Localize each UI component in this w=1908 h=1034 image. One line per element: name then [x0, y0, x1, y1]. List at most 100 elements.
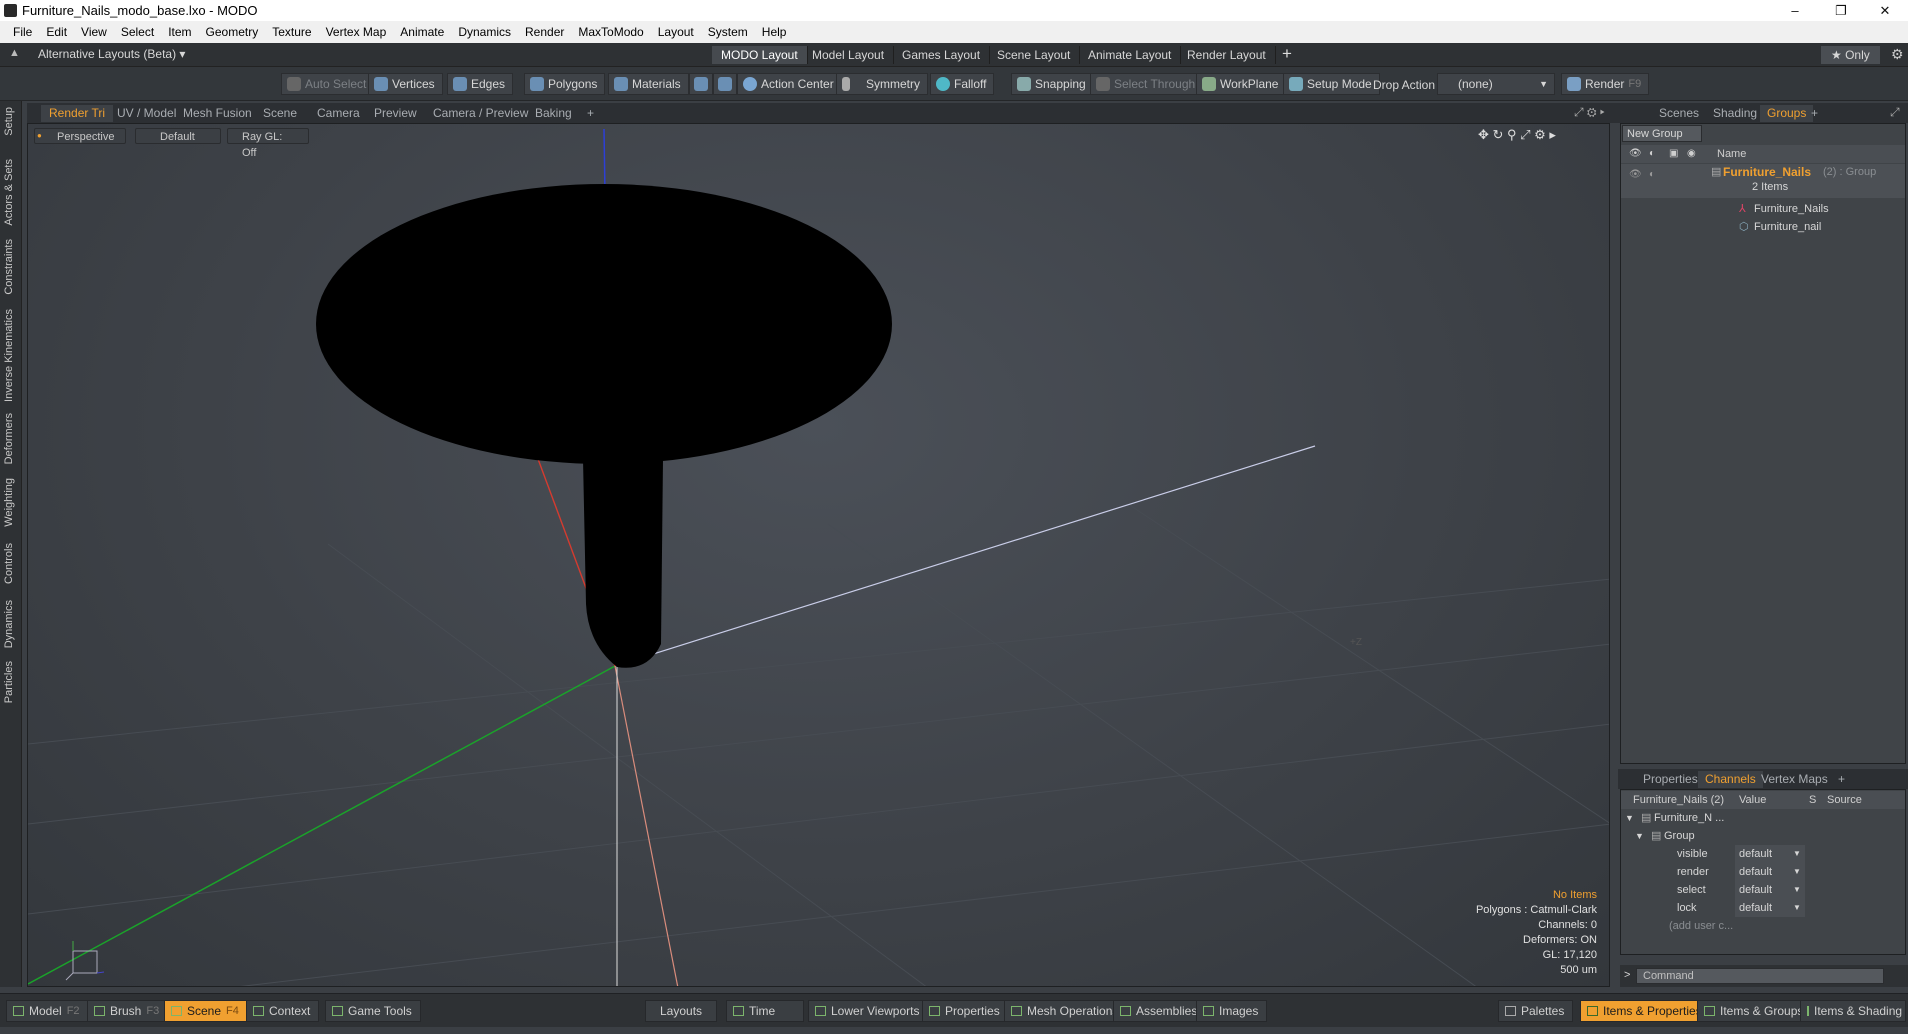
side-tab-actors-sets[interactable]: Actors & Sets	[3, 159, 15, 226]
tab-scenes[interactable]: Scenes	[1652, 105, 1706, 122]
add-channel-tab-button[interactable]: +	[1831, 771, 1852, 788]
assemblies-button[interactable]: Assemblies	[1113, 1000, 1207, 1022]
images-button[interactable]: Images	[1196, 1000, 1268, 1022]
channel-row[interactable]: select default ▼	[1621, 881, 1905, 899]
scene-button[interactable]: Scene F4	[164, 1000, 248, 1022]
nail-head[interactable]	[316, 184, 892, 464]
add-tab-button[interactable]: +	[579, 105, 602, 122]
tab-shading[interactable]: Shading	[1706, 105, 1764, 122]
side-tab-setup[interactable]: Setup	[3, 107, 15, 136]
side-tab-controls[interactable]: Controls	[3, 543, 15, 584]
chevron-down-icon[interactable]: ▼	[1793, 845, 1801, 863]
context-button[interactable]: Context	[246, 1000, 320, 1022]
tab-baking[interactable]: Baking	[527, 105, 580, 122]
viewport-options-icon[interactable]: ⤢ ⚙ ▸	[1574, 105, 1605, 120]
polygons-button[interactable]: Polygons	[524, 73, 606, 95]
menu-texture[interactable]: Texture	[265, 25, 318, 39]
items-shading-button[interactable]: Items & Shading	[1800, 1000, 1906, 1022]
brush-button[interactable]: Brush F3	[87, 1000, 169, 1022]
minimize-button[interactable]: –	[1772, 0, 1818, 21]
collapse-arrow-icon[interactable]: ▲	[9, 47, 20, 59]
expand-icon[interactable]: ⤢	[1890, 105, 1900, 120]
add-panel-tab-button[interactable]: +	[1804, 105, 1825, 122]
select-through-button[interactable]: Select Through	[1090, 73, 1204, 95]
drop-action-dropdown[interactable]: (none) ▼	[1437, 73, 1555, 95]
tab-animate-layout[interactable]: Animate Layout	[1079, 46, 1182, 64]
perspective-button[interactable]: Perspective	[34, 128, 126, 144]
group-child-row[interactable]: ⅄ Furniture_Nails	[1621, 200, 1905, 218]
menu-geometry[interactable]: Geometry	[199, 25, 266, 39]
shading-button[interactable]: Default	[135, 128, 221, 144]
tab-preview[interactable]: Preview	[366, 105, 425, 122]
group-child-row[interactable]: ⬡ Furniture_nail	[1621, 218, 1905, 236]
expand-arrow-icon[interactable]: ▼	[1625, 809, 1634, 827]
items-groups-button[interactable]: Items & Groups	[1697, 1000, 1813, 1022]
group-visibility-icon[interactable]: 👁	[1629, 169, 1642, 180]
menu-layout[interactable]: Layout	[651, 25, 701, 39]
game-tools-button[interactable]: Game Tools	[325, 1000, 421, 1022]
menu-animate[interactable]: Animate	[393, 25, 451, 39]
new-group-button[interactable]: New Group	[1622, 125, 1702, 142]
render-button[interactable]: Render F9	[1561, 73, 1650, 95]
properties-button[interactable]: Properties	[922, 1000, 1009, 1022]
menu-item[interactable]: Item	[161, 25, 198, 39]
tab-camera[interactable]: Camera	[309, 105, 368, 122]
3d-viewport[interactable]: Perspective ● Default Ray GL: Off ✥ ↻ ⚲ …	[27, 123, 1610, 987]
snapping-button[interactable]: Snapping	[1011, 73, 1094, 95]
action-center-button[interactable]: Action Center	[737, 73, 842, 95]
materials-button[interactable]: Materials	[608, 73, 689, 95]
gear-icon[interactable]: ⚙	[1891, 46, 1904, 63]
tab-scene[interactable]: Scene	[255, 105, 305, 122]
channel-row[interactable]: visible default ▼	[1621, 845, 1905, 863]
side-tab-inverse-kinematics[interactable]: Inverse Kinematics	[3, 309, 15, 402]
menu-system[interactable]: System	[701, 25, 755, 39]
tab-render-tri[interactable]: Render Tri	[41, 105, 114, 122]
side-tab-dynamics[interactable]: Dynamics	[3, 600, 15, 648]
setup-mode-button[interactable]: Setup Mode	[1283, 73, 1380, 95]
layouts-button[interactable]: Layouts	[645, 1000, 718, 1022]
viewport-nav-icon[interactable]: ✥ ↻ ⚲ ⤢ ⚙ ▸	[1478, 127, 1556, 143]
items-properties-button[interactable]: Items & Properties	[1580, 1000, 1711, 1022]
menu-view[interactable]: View	[74, 25, 114, 39]
group-render-icon[interactable]: ◐	[1649, 169, 1655, 180]
chevron-down-icon[interactable]: ▼	[1793, 863, 1801, 881]
time-button[interactable]: Time	[726, 1000, 804, 1022]
tab-games-layout[interactable]: Games Layout	[893, 46, 991, 64]
tab-modo-layout[interactable]: MODO Layout	[712, 46, 808, 64]
group-row[interactable]: 👁 ◐ ▤ Furniture_Nails (2) : Group 2 Item…	[1621, 164, 1905, 198]
chevron-down-icon[interactable]: ▼	[1793, 899, 1801, 917]
tab-channels[interactable]: Channels	[1698, 771, 1763, 788]
add-user-channel-row[interactable]: (add user c...	[1621, 917, 1905, 935]
expand-arrow-icon[interactable]: ▼	[1635, 827, 1644, 845]
menu-file[interactable]: File	[6, 25, 39, 39]
add-layout-button[interactable]: +	[1282, 44, 1292, 64]
menu-maxtomodo[interactable]: MaxToModo	[571, 25, 650, 39]
workplane-button[interactable]: WorkPlane	[1196, 73, 1287, 95]
falloff-button[interactable]: Falloff	[930, 73, 995, 95]
only-toggle[interactable]: ★ Only	[1821, 46, 1880, 64]
tab-uv-model[interactable]: UV / Model	[109, 105, 184, 122]
channels-group-row[interactable]: ▼ ▤ Group	[1621, 827, 1905, 845]
menu-edit[interactable]: Edit	[39, 25, 74, 39]
auto-select-button[interactable]: Auto Select	[281, 73, 375, 95]
chevron-down-icon[interactable]: ▼	[1793, 881, 1801, 899]
model-button[interactable]: Model F2	[6, 1000, 89, 1022]
lower-viewports-button[interactable]: Lower Viewports	[808, 1000, 929, 1022]
side-tab-particles[interactable]: Particles	[3, 661, 15, 703]
menu-vertex-map[interactable]: Vertex Map	[319, 25, 394, 39]
tab-scene-layout[interactable]: Scene Layout	[988, 46, 1081, 64]
menu-render[interactable]: Render	[518, 25, 571, 39]
vertices-button[interactable]: Vertices	[368, 73, 443, 95]
restore-button[interactable]: ❐	[1818, 0, 1864, 21]
tab-render-layout[interactable]: Render Layout	[1178, 46, 1276, 64]
side-tab-weighting[interactable]: Weighting	[3, 478, 15, 527]
layout-selector[interactable]: Alternative Layouts (Beta) ▾	[38, 47, 185, 61]
edges-button[interactable]: Edges	[447, 73, 514, 95]
command-input[interactable]: Command	[1636, 968, 1884, 984]
tab-camera-preview[interactable]: Camera / Preview	[425, 105, 536, 122]
palettes-button[interactable]: Palettes	[1498, 1000, 1574, 1022]
close-button[interactable]: ✕	[1862, 0, 1908, 21]
raygl-button[interactable]: Ray GL: Off	[227, 128, 309, 159]
channel-row[interactable]: lock default ▼	[1621, 899, 1905, 917]
symmetry-button[interactable]: Symmetry	[836, 73, 928, 95]
